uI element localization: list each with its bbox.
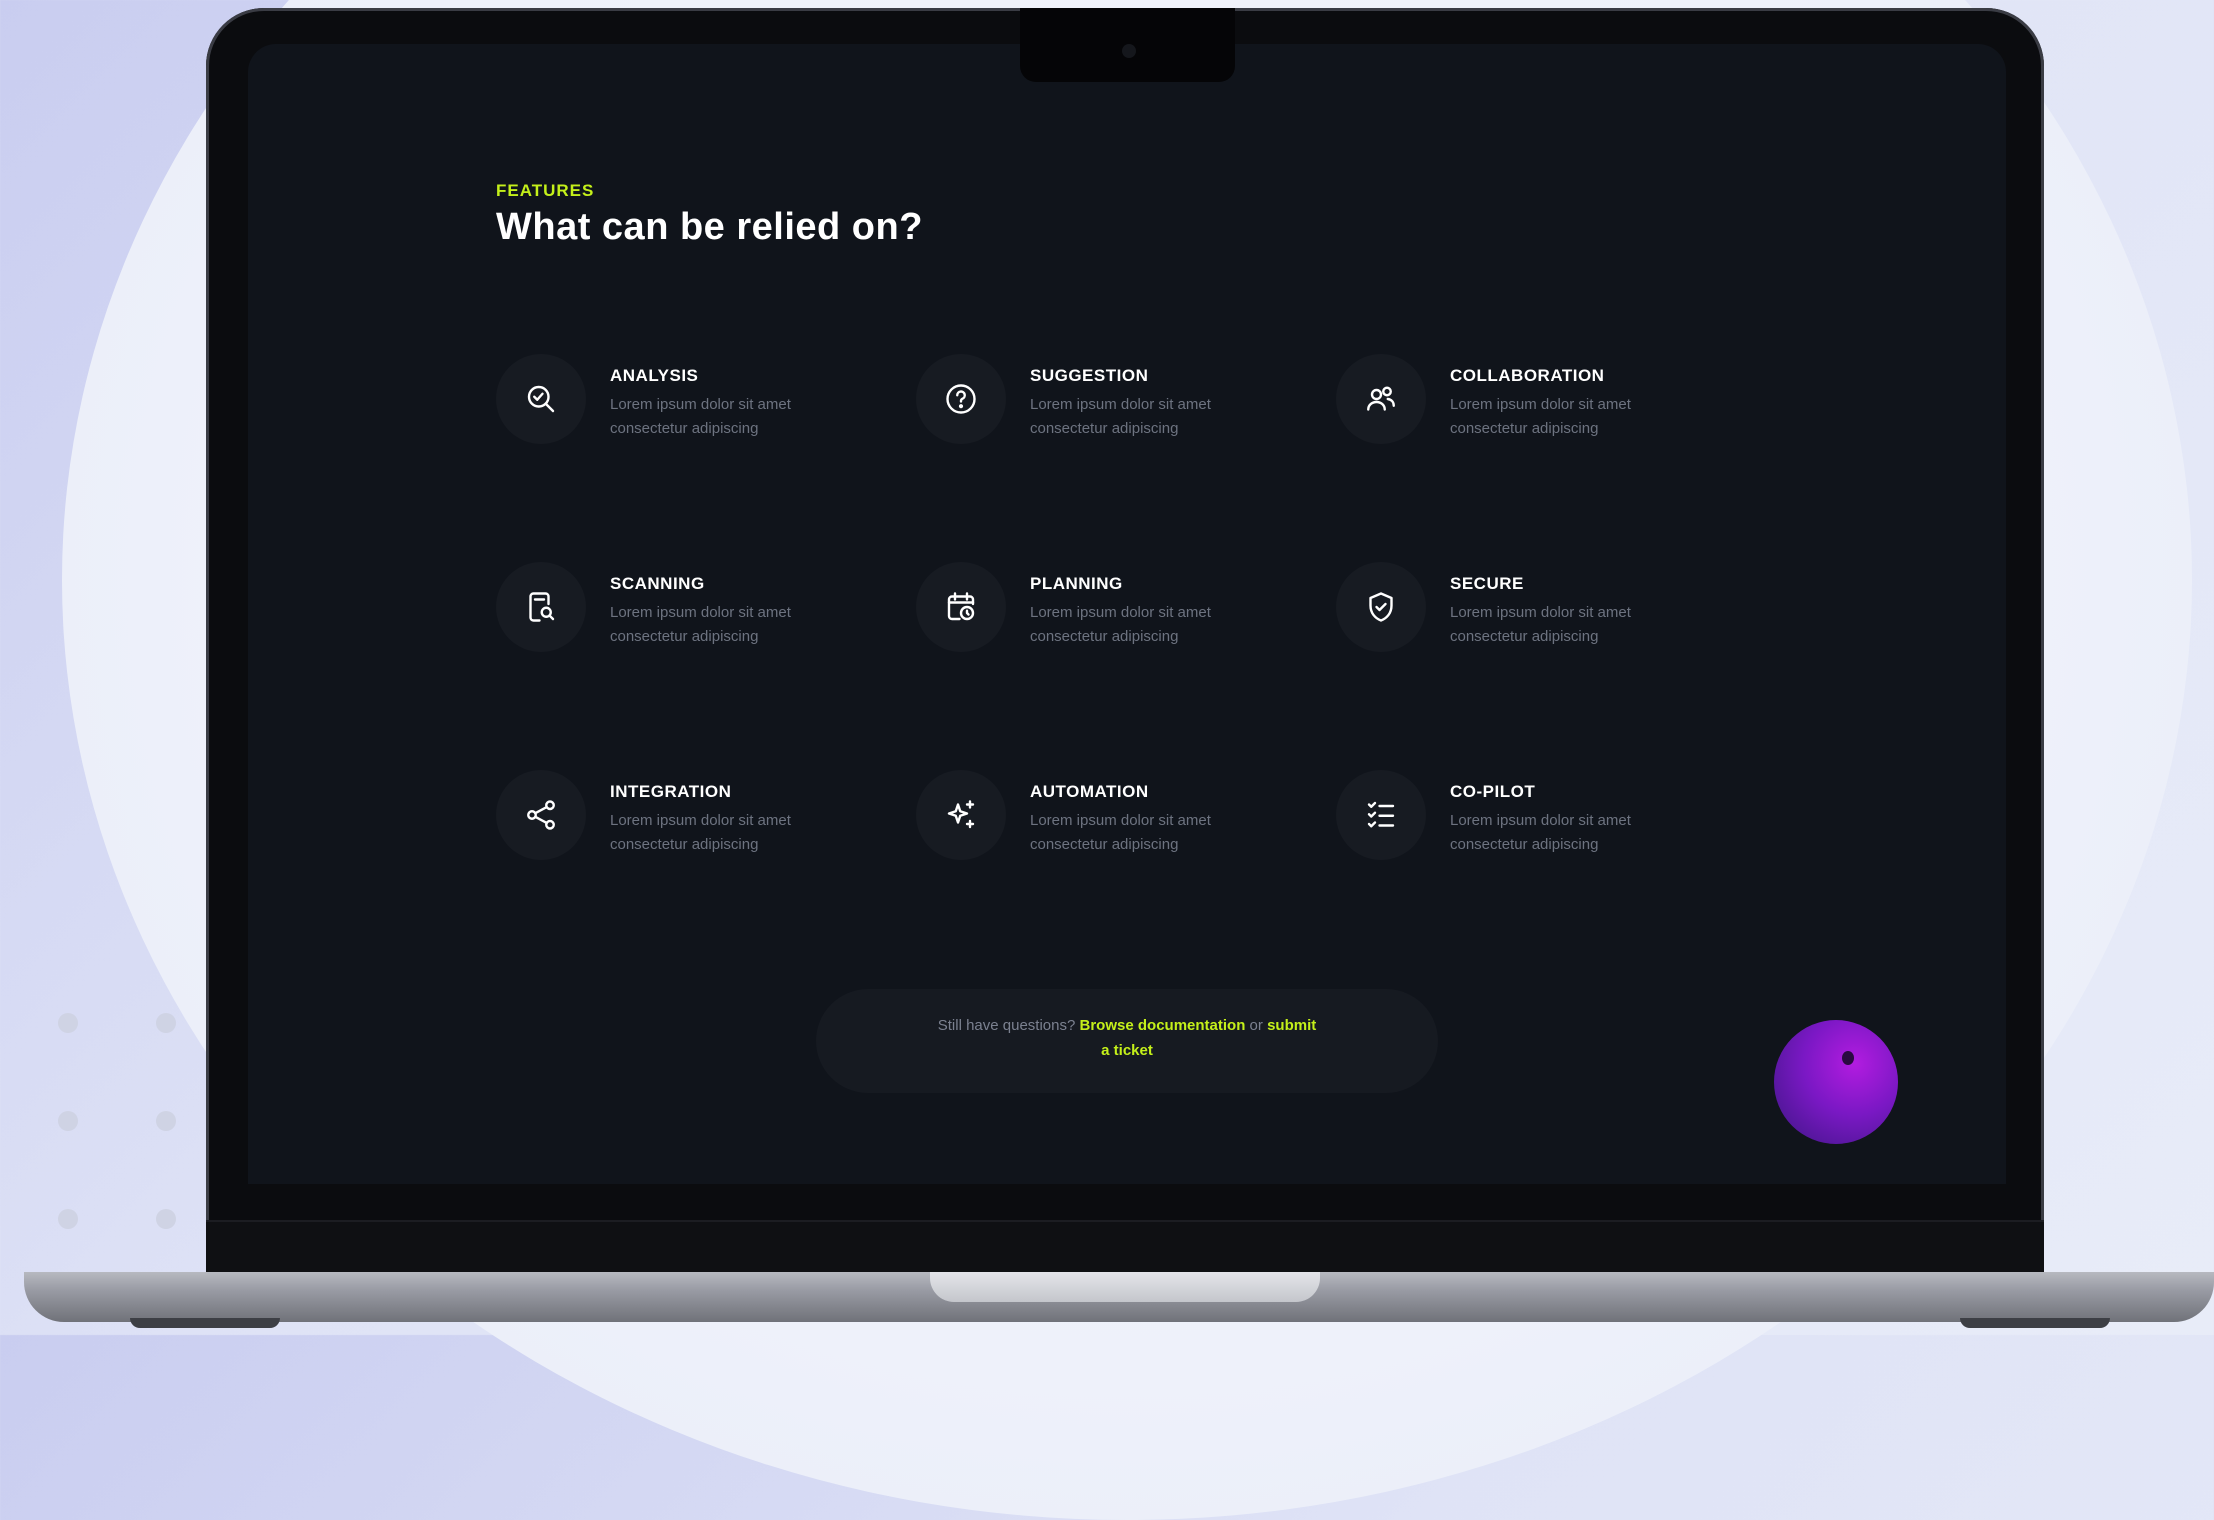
feature-card-analysis: ANALYSIS Lorem ipsum dolor sit amet cons… xyxy=(496,354,836,454)
feature-card-co-pilot: CO-PILOT Lorem ipsum dolor sit amet cons… xyxy=(1336,770,1676,870)
feature-description: Lorem ipsum dolor sit amet consectetur a… xyxy=(1030,812,1211,853)
question-circle-icon xyxy=(916,354,1006,444)
feature-title: CO-PILOT xyxy=(1450,782,1536,801)
feature-title: SUGGESTION xyxy=(1030,366,1149,385)
feature-card-suggestion: SUGGESTION Lorem ipsum dolor sit amet co… xyxy=(916,354,1256,454)
laptop-hinge-notch xyxy=(930,1272,1320,1302)
section-eyebrow: FEATURES xyxy=(496,181,595,200)
feature-title: AUTOMATION xyxy=(1030,782,1149,801)
feature-card-integration: INTEGRATION Lorem ipsum dolor sit amet c… xyxy=(496,770,836,870)
feature-description: Lorem ipsum dolor sit amet consectetur a… xyxy=(1030,396,1211,437)
sparkles-icon xyxy=(916,770,1006,860)
feature-title: PLANNING xyxy=(1030,574,1123,593)
laptop-foot-right xyxy=(1960,1318,2110,1328)
feature-title: COLLABORATION xyxy=(1450,366,1605,385)
camera-icon xyxy=(1122,44,1136,58)
feature-description: Lorem ipsum dolor sit amet consectetur a… xyxy=(610,396,791,437)
calendar-clock-icon xyxy=(916,562,1006,652)
feature-description: Lorem ipsum dolor sit amet consectetur a… xyxy=(1030,604,1211,645)
users-icon xyxy=(1336,354,1426,444)
decorative-dots xyxy=(50,1005,200,1245)
feature-card-scanning: SCANNING Lorem ipsum dolor sit amet cons… xyxy=(496,562,836,662)
chat-orb-button[interactable] xyxy=(1774,1020,1898,1144)
search-analysis-icon xyxy=(496,354,586,444)
feature-title: INTEGRATION xyxy=(610,782,732,801)
feature-description: Lorem ipsum dolor sit amet consectetur a… xyxy=(1450,396,1631,437)
feature-description: Lorem ipsum dolor sit amet consectetur a… xyxy=(610,812,791,853)
laptop-foot-left xyxy=(130,1318,280,1328)
feature-title: ANALYSIS xyxy=(610,366,699,385)
feature-card-secure: SECURE Lorem ipsum dolor sit amet consec… xyxy=(1336,562,1676,662)
share-nodes-icon xyxy=(496,770,586,860)
feature-title: SECURE xyxy=(1450,574,1524,593)
help-banner: Still have questions? Browse documentati… xyxy=(816,989,1438,1093)
checklist-icon xyxy=(1336,770,1426,860)
shield-check-icon xyxy=(1336,562,1426,652)
feature-card-collaboration: COLLABORATION Lorem ipsum dolor sit amet… xyxy=(1336,354,1676,454)
feature-card-planning: PLANNING Lorem ipsum dolor sit amet cons… xyxy=(916,562,1256,662)
feature-description: Lorem ipsum dolor sit amet consectetur a… xyxy=(1450,812,1631,853)
feature-description: Lorem ipsum dolor sit amet consectetur a… xyxy=(610,604,791,645)
screen-bottom-bezel xyxy=(206,1220,2044,1280)
orb-highlight xyxy=(1842,1051,1854,1065)
laptop-screen: FEATURES What can be relied on? ANALYSIS… xyxy=(248,44,2006,1184)
feature-card-automation: AUTOMATION Lorem ipsum dolor sit amet co… xyxy=(916,770,1256,870)
section-title: What can be relied on? xyxy=(496,206,923,248)
help-text-or: or xyxy=(1249,1017,1263,1034)
browse-documentation-link[interactable]: Browse documentation xyxy=(1080,1017,1246,1034)
feature-description: Lorem ipsum dolor sit amet consectetur a… xyxy=(1450,604,1631,645)
help-text: Still have questions? xyxy=(937,1017,1076,1034)
feature-title: SCANNING xyxy=(610,574,705,593)
document-search-icon xyxy=(496,562,586,652)
